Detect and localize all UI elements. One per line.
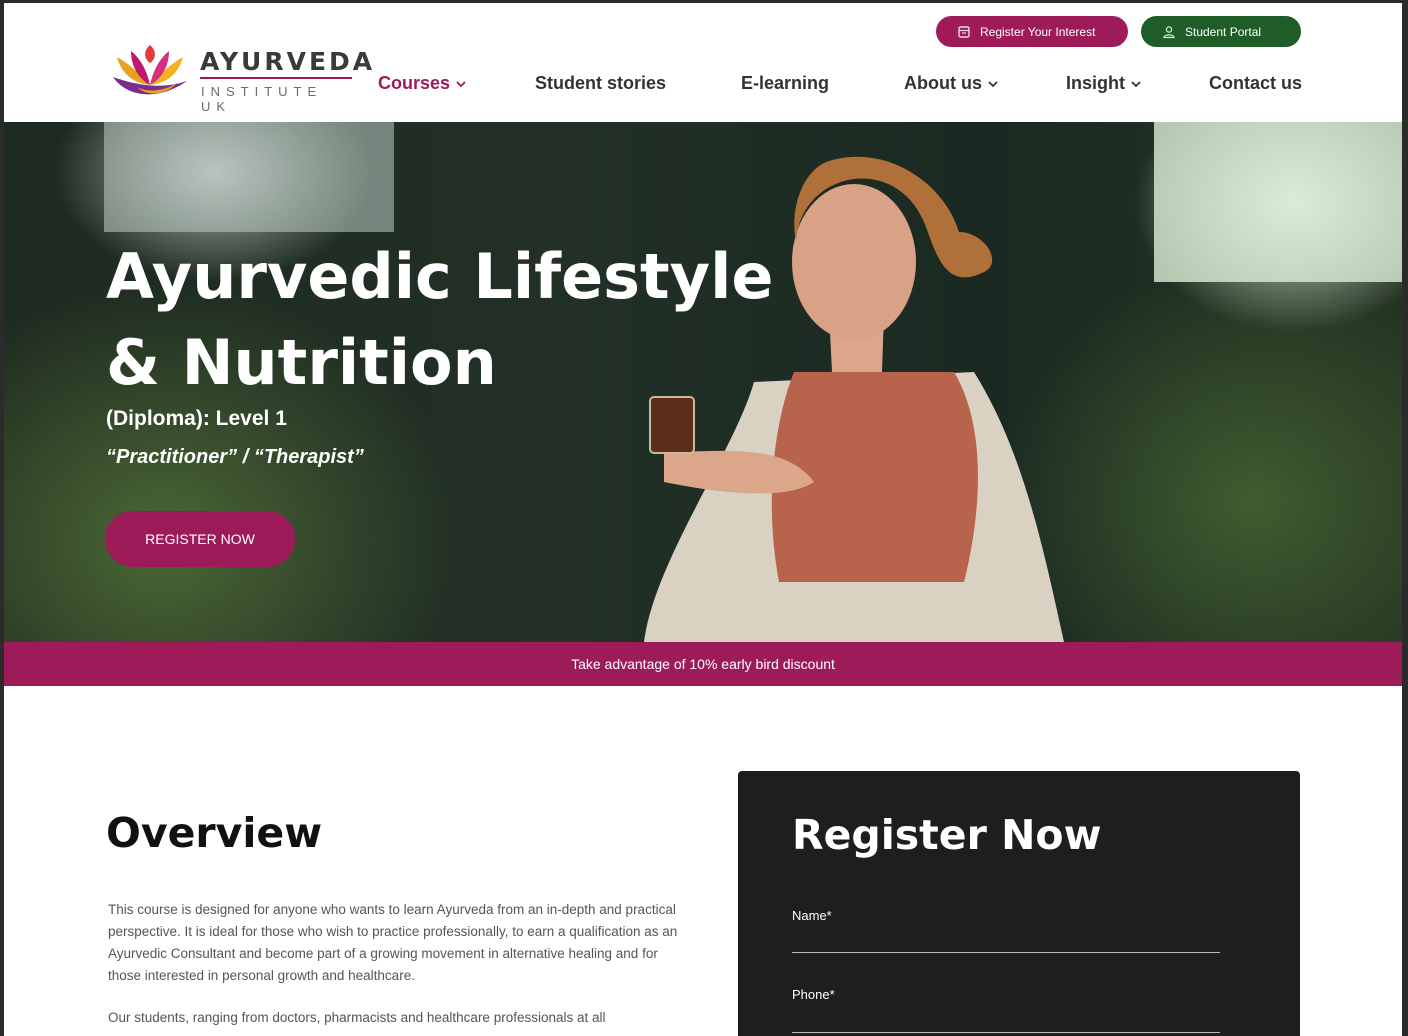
hero-title: Ayurvedic Lifestyle & Nutrition (106, 240, 774, 399)
form-title: Register Now (792, 811, 1102, 859)
nav-e-learning-label: E-learning (741, 73, 830, 93)
hero-tagline: “Practitioner” / “Therapist” (106, 446, 364, 468)
calendar-icon (956, 24, 972, 40)
nav-insight[interactable]: Insight (1066, 73, 1142, 94)
overview-paragraph: This course is designed for anyone who w… (108, 902, 678, 983)
nav-contact-us[interactable]: Contact us (1209, 73, 1302, 94)
page: Register Your Interest Student Portal AY… (4, 3, 1402, 1036)
phone-label: Phone* (792, 987, 835, 1002)
nav-contact-us-label: Contact us (1209, 73, 1303, 93)
nav-about-us-label: About us (904, 73, 982, 93)
main-nav: Courses Student stories E-learning About… (4, 73, 1402, 99)
hero-window-right (1154, 122, 1402, 282)
student-portal-label: Student Portal (1185, 24, 1262, 39)
overview-title: Overview (106, 809, 323, 857)
nav-student-stories-label: Student stories (535, 73, 667, 93)
register-form: Register Now Name* Phone* (738, 771, 1300, 1036)
nav-insight-label: Insight (1066, 73, 1125, 93)
chevron-down-icon (456, 80, 466, 87)
chevron-down-icon (988, 80, 998, 87)
name-label: Name* (792, 908, 832, 923)
early-bird-banner[interactable]: Take advantage of 10% early bird discoun… (4, 642, 1402, 686)
nav-student-stories[interactable]: Student stories (535, 73, 666, 94)
register-interest-label: Register Your Interest (980, 24, 1096, 39)
logo-wordmark: AYURVEDA (200, 47, 376, 76)
user-icon (1161, 24, 1177, 40)
nav-e-learning[interactable]: E-learning (741, 73, 829, 94)
nav-about-us[interactable]: About us (904, 73, 999, 94)
overview-paragraph: Our students, ranging from doctors, phar… (108, 1010, 606, 1025)
hero-window-left (104, 122, 394, 232)
nav-courses[interactable]: Courses (378, 73, 467, 94)
nav-courses-label: Courses (378, 73, 451, 93)
register-interest-button[interactable]: Register Your Interest (936, 16, 1128, 47)
chevron-down-icon (1131, 80, 1141, 87)
name-underline (792, 952, 1220, 953)
hero-subtitle: (Diploma): Level 1 (106, 407, 287, 430)
banner-text: Take advantage of 10% early bird discoun… (571, 656, 835, 672)
phone-input[interactable] (792, 1007, 1220, 1029)
register-now-button[interactable]: REGISTER NOW (105, 511, 295, 567)
hero-section: Ayurvedic Lifestyle & Nutrition (Diploma… (4, 122, 1402, 642)
student-portal-button[interactable]: Student Portal (1141, 16, 1301, 47)
phone-underline (792, 1032, 1220, 1033)
name-input[interactable] (792, 927, 1220, 949)
